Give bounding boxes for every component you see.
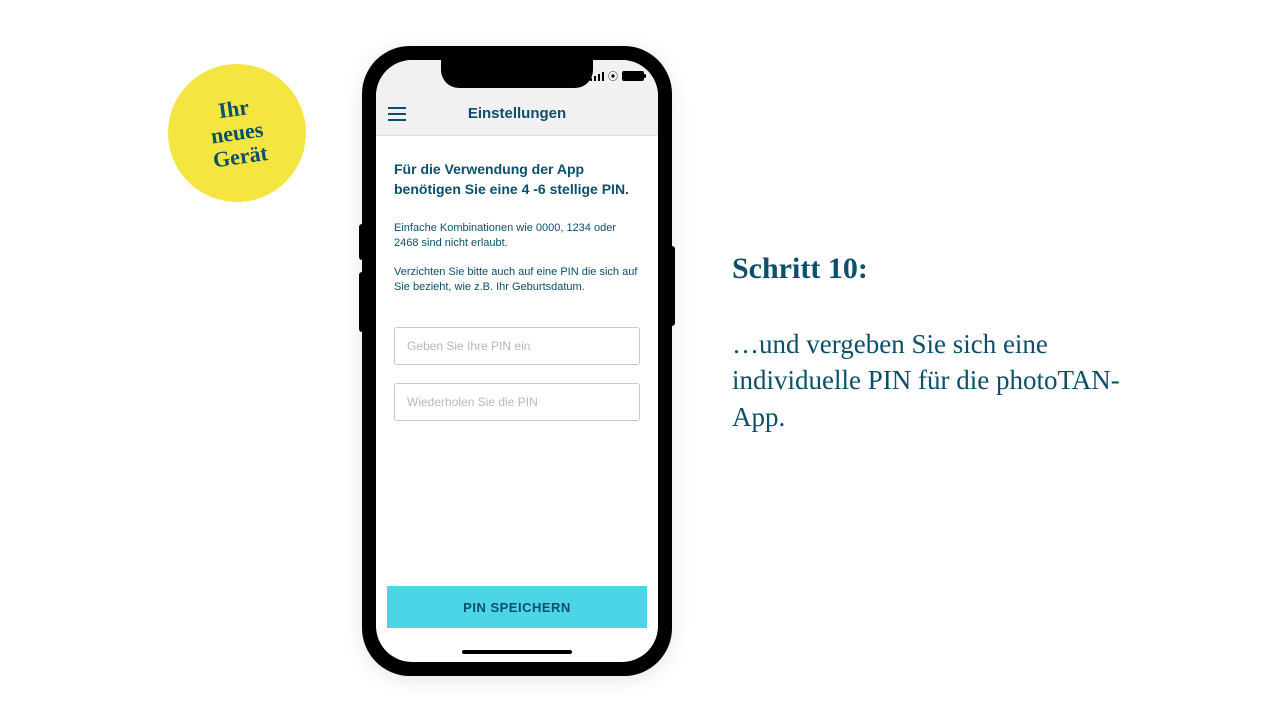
header-title: Einstellungen (468, 105, 566, 122)
pin-repeat-input[interactable] (394, 383, 640, 421)
pin-input[interactable] (394, 327, 640, 365)
step-body: …und vergeben Sie sich eine individuelle… (732, 326, 1152, 435)
app-content: Für die Verwendung der App benötigen Sie… (376, 136, 658, 421)
home-indicator (462, 650, 572, 654)
device-badge-text: Ihr neues Gerät (205, 93, 270, 173)
pin-info-1: Einfache Kombinationen wie 0000, 1234 od… (394, 221, 640, 251)
phone-frame: ⦿ Einstellungen Für die Verwendung der A… (362, 46, 672, 676)
hamburger-menu-icon[interactable] (388, 107, 406, 121)
pin-info-2: Verzichten Sie bitte auch auf eine PIN d… (394, 265, 640, 295)
phone-screen: ⦿ Einstellungen Für die Verwendung der A… (376, 60, 658, 662)
phone-side-button (671, 246, 675, 326)
pin-heading: Für die Verwendung der App benötigen Sie… (394, 160, 640, 199)
instruction-panel: Schritt 10: …und vergeben Sie sich eine … (732, 252, 1152, 435)
save-pin-button[interactable]: PIN SPEICHERN (387, 586, 647, 628)
wifi-icon: ⦿ (608, 68, 618, 83)
step-title: Schritt 10: (732, 252, 1152, 286)
device-badge: Ihr neues Gerät (159, 55, 315, 211)
phone-side-button (359, 272, 363, 332)
phone-side-button (359, 224, 363, 260)
app-header: Einstellungen (376, 92, 658, 136)
phone-notch (441, 60, 593, 88)
battery-icon (622, 71, 644, 81)
